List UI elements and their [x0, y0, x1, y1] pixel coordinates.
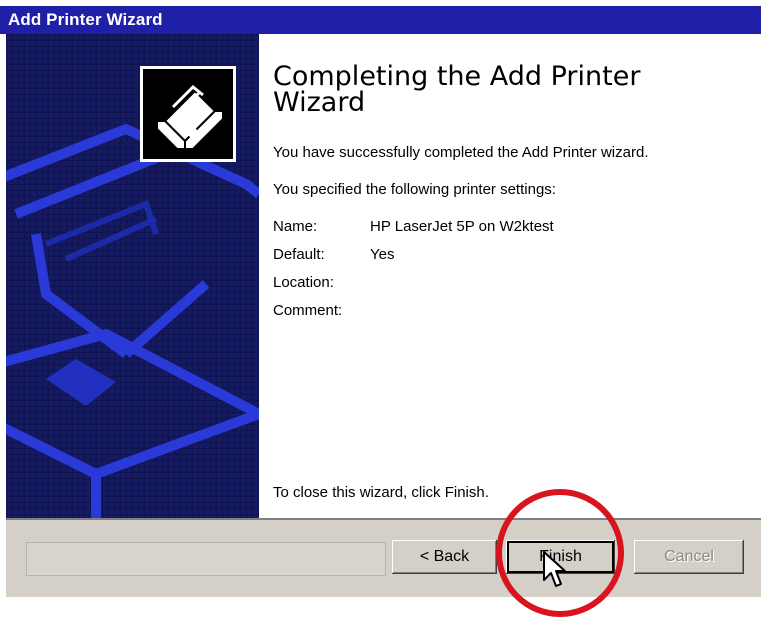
setting-comment-label: Comment:: [273, 302, 343, 319]
setting-location-label: Location:: [273, 274, 334, 291]
title-bar[interactable]: Add Printer Wizard: [0, 6, 761, 34]
success-message: You have successfully completed the Add …: [273, 144, 649, 161]
setting-default-label: Default:: [273, 246, 325, 263]
wizard-content-pane: Completing the Add Printer Wizard You ha…: [259, 34, 761, 518]
finish-button[interactable]: Finish: [506, 540, 615, 574]
page-title: Completing the Add Printer Wizard: [273, 61, 641, 118]
settings-intro: You specified the following printer sett…: [273, 181, 556, 198]
printer-icon-box: [140, 66, 236, 162]
back-button[interactable]: < Back: [392, 540, 497, 574]
footer-status-area: [26, 542, 386, 576]
close-instruction: To close this wizard, click Finish.: [273, 484, 489, 501]
wizard-button-bar: < Back Finish Cancel: [6, 520, 761, 597]
setting-name-value: HP LaserJet 5P on W2ktest: [370, 218, 554, 235]
wizard-side-banner: [6, 34, 259, 518]
printer-icon: [143, 69, 233, 159]
cancel-button[interactable]: Cancel: [634, 540, 744, 574]
setting-name-label: Name:: [273, 218, 318, 235]
window-title: Add Printer Wizard: [8, 10, 163, 29]
setting-default-value: Yes: [370, 246, 395, 263]
